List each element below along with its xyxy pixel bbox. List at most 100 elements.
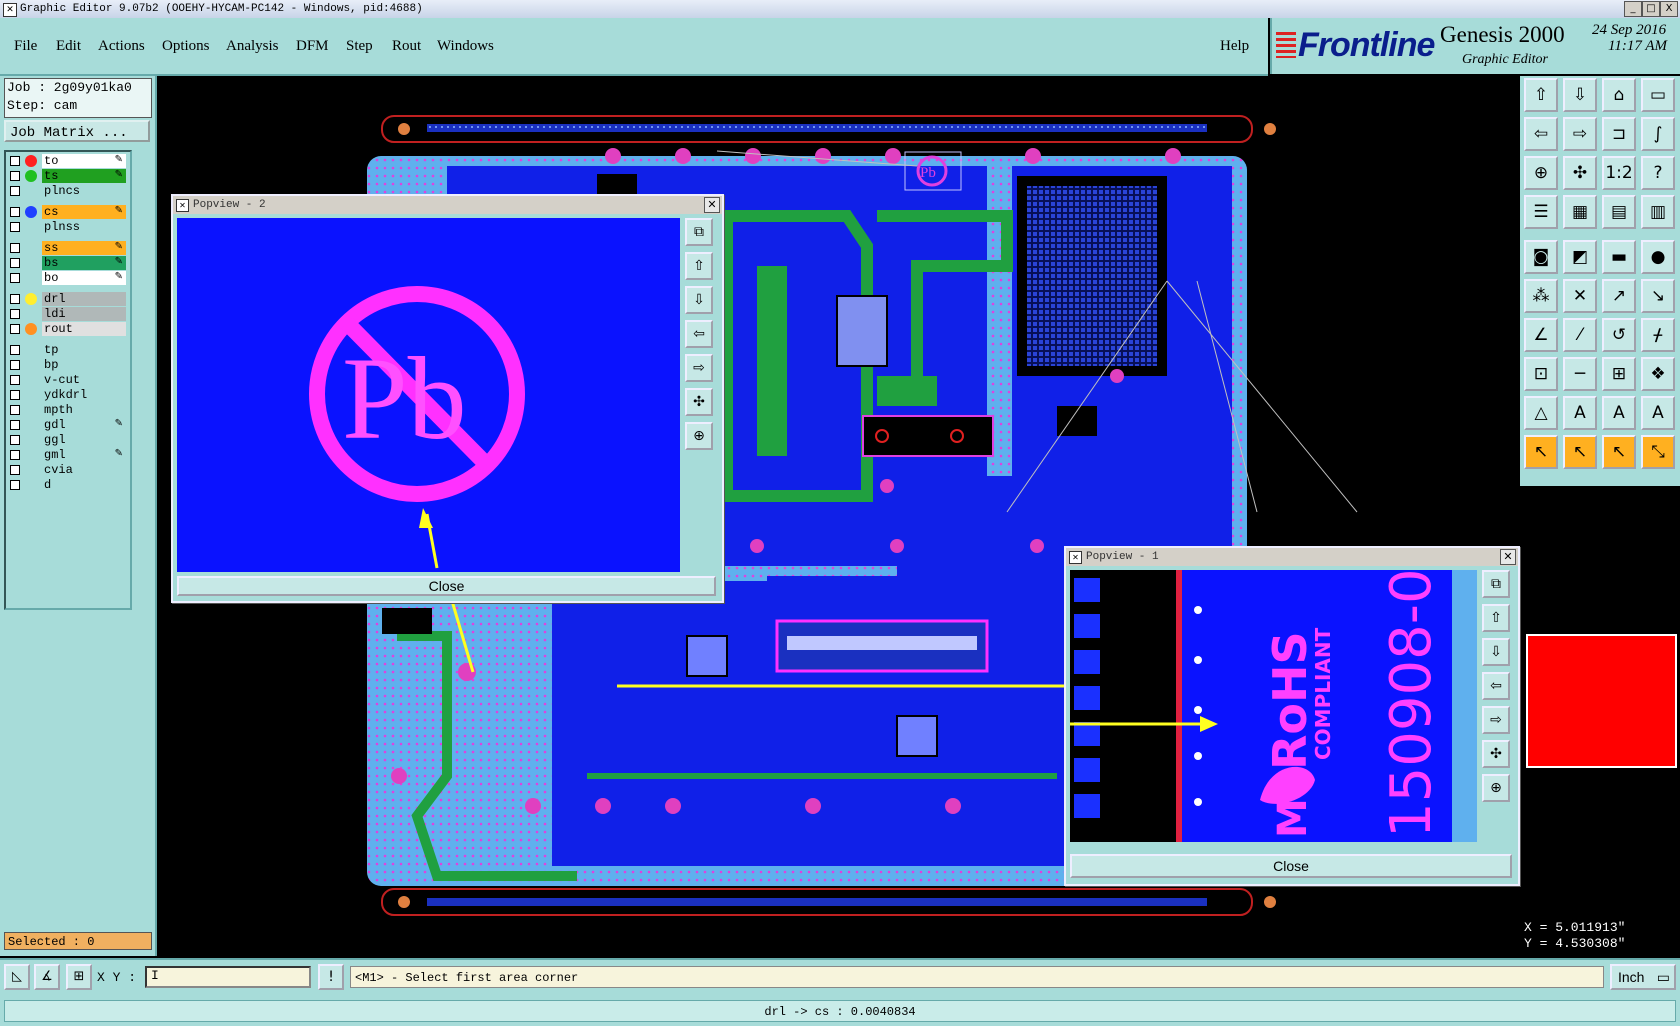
resize-icon[interactable]: ⤡ [1641, 435, 1675, 469]
grid-icon[interactable]: ⊞ [66, 964, 92, 990]
popview-right-icon[interactable]: ⇨ [1482, 706, 1510, 734]
layer-row-ldi[interactable]: ldi [8, 307, 126, 321]
pad-icon[interactable]: ◙ [1524, 240, 1558, 274]
exclaim-button[interactable]: ! [318, 964, 344, 990]
job-matrix-button[interactable]: Job Matrix ... [4, 120, 150, 142]
layer-row-plncs[interactable]: plncs [8, 184, 126, 198]
maximize-button[interactable]: □ [1642, 1, 1660, 17]
menu-actions[interactable]: Actions [98, 38, 145, 55]
close-window-button[interactable]: X [1660, 1, 1678, 17]
popview-up-icon[interactable]: ⇧ [685, 252, 713, 280]
layer-checkbox[interactable] [10, 156, 20, 166]
scale-icon[interactable]: 1:2 [1602, 156, 1636, 190]
layer-row-ts[interactable]: ts ✎ [8, 169, 126, 183]
xy-input[interactable]: I [145, 966, 311, 988]
help-icon[interactable]: ? [1641, 156, 1675, 190]
layer-checkbox[interactable] [10, 480, 20, 490]
snap-icon[interactable]: ◺ [4, 964, 30, 990]
text-b-icon[interactable]: A [1602, 396, 1636, 430]
popview-2-canvas[interactable]: Pb [177, 218, 680, 572]
draw-icon[interactable]: ◩ [1563, 240, 1597, 274]
pan-right-icon[interactable]: ⇨ [1563, 117, 1597, 151]
cross-icon[interactable]: ✕ [1563, 279, 1597, 313]
menu-dfm[interactable]: DFM [296, 38, 329, 55]
layer-checkbox[interactable] [10, 186, 20, 196]
layer-row-d[interactable]: d [8, 478, 126, 492]
line-icon[interactable]: ─ [1563, 357, 1597, 391]
layer-checkbox[interactable] [10, 390, 20, 400]
measure-icon[interactable]: ∡ [34, 964, 60, 990]
layer-checkbox[interactable] [10, 324, 20, 334]
menu-edit[interactable]: Edit [56, 38, 81, 55]
text-a-icon[interactable]: A [1563, 396, 1597, 430]
minimize-button[interactable]: _ [1624, 1, 1642, 17]
layer-checkbox[interactable] [10, 450, 20, 460]
menu-analysis[interactable]: Analysis [226, 38, 279, 55]
layer-checkbox[interactable] [10, 171, 20, 181]
layer-row-tp[interactable]: tp [8, 343, 126, 357]
menu-step[interactable]: Step [346, 38, 373, 55]
layer-checkbox[interactable] [10, 294, 20, 304]
layer-row-mpth[interactable]: mpth [8, 403, 126, 417]
popview-up-icon[interactable]: ⇧ [1482, 604, 1510, 632]
layer-row-rout[interactable]: rout [8, 322, 126, 336]
menu-file[interactable]: File [14, 38, 37, 55]
popview-left-icon[interactable]: ⇦ [1482, 672, 1510, 700]
popview-2-close-button[interactable]: Close [177, 576, 716, 596]
grid-icon[interactable]: ▦ [1563, 195, 1597, 229]
layer-checkbox[interactable] [10, 258, 20, 268]
select-icon[interactable]: ↖ [1524, 435, 1558, 469]
layers-a-icon[interactable]: ▤ [1602, 195, 1636, 229]
center-icon[interactable]: ✣ [1563, 156, 1597, 190]
layer-row-ss[interactable]: ss ✎ [8, 241, 126, 255]
layer-checkbox[interactable] [10, 207, 20, 217]
list-icon[interactable]: ☰ [1524, 195, 1558, 229]
popview-1-canvas[interactable]: RoHS COMPLIANT 150908-00 M [1070, 570, 1477, 842]
layer-checkbox[interactable] [10, 360, 20, 370]
menu-rout[interactable]: Rout [392, 38, 421, 55]
menu-help[interactable]: Help [1220, 38, 1249, 55]
ruler-icon[interactable]: ▬ [1602, 240, 1636, 274]
scale-box-icon[interactable]: ⊞ [1602, 357, 1636, 391]
layer-checkbox[interactable] [10, 273, 20, 283]
zoom-down-icon[interactable]: ⇩ [1563, 78, 1597, 112]
popview-center-icon[interactable]: ⊕ [685, 422, 713, 450]
popview-right-icon[interactable]: ⇨ [685, 354, 713, 382]
popview-zoom-icon[interactable]: ⧉ [1482, 570, 1510, 598]
layer-checkbox[interactable] [10, 345, 20, 355]
layer-row-drl[interactable]: drl [8, 292, 126, 306]
layer-row-bo[interactable]: bo ✎ [8, 271, 126, 285]
popview-down-icon[interactable]: ⇩ [1482, 638, 1510, 666]
spline-icon[interactable]: ∫ [1641, 117, 1675, 151]
fit-view-icon[interactable]: ⊕ [1524, 156, 1558, 190]
pan-left-icon[interactable]: ⇦ [1524, 117, 1558, 151]
layer-checkbox[interactable] [10, 309, 20, 319]
text-c-icon[interactable]: A [1641, 396, 1675, 430]
layer-row-v-cut[interactable]: v-cut [8, 373, 126, 387]
fit-icon[interactable]: ⊐ [1602, 117, 1636, 151]
home-icon[interactable]: ⌂ [1602, 78, 1636, 112]
popview-down-icon[interactable]: ⇩ [685, 286, 713, 314]
measure-icon[interactable]: ᚋ [1641, 318, 1675, 352]
layers-b-icon[interactable]: ▥ [1641, 195, 1675, 229]
zoom-up-icon[interactable]: ⇧ [1524, 78, 1558, 112]
popview-zoom-icon[interactable]: ⧉ [685, 218, 713, 246]
layer-row-to[interactable]: to ✎ [8, 154, 126, 168]
layer-row-gml[interactable]: gml ✎ [8, 448, 126, 462]
layer-row-gdl[interactable]: gdl ✎ [8, 418, 126, 432]
popview-fit-icon[interactable]: ✣ [1482, 740, 1510, 768]
circle-icon[interactable]: ● [1641, 240, 1675, 274]
popview-2-close-x[interactable]: ✕ [704, 197, 720, 213]
multi-icon[interactable]: ❖ [1641, 357, 1675, 391]
layer-checkbox[interactable] [10, 222, 20, 232]
popview-left-icon[interactable]: ⇦ [685, 320, 713, 348]
copy-icon[interactable]: ⊡ [1524, 357, 1558, 391]
angle-icon[interactable]: ∠ [1524, 318, 1558, 352]
layer-row-ydkdrl[interactable]: ydkdrl [8, 388, 126, 402]
net-icon[interactable]: ⁂ [1524, 279, 1558, 313]
layer-row-plnss[interactable]: plnss [8, 220, 126, 234]
unit-select[interactable]: Inch ▭ [1610, 964, 1676, 990]
select-a-icon[interactable]: ↖ [1563, 435, 1597, 469]
menu-options[interactable]: Options [162, 38, 210, 55]
select-b-icon[interactable]: ↖ [1602, 435, 1636, 469]
